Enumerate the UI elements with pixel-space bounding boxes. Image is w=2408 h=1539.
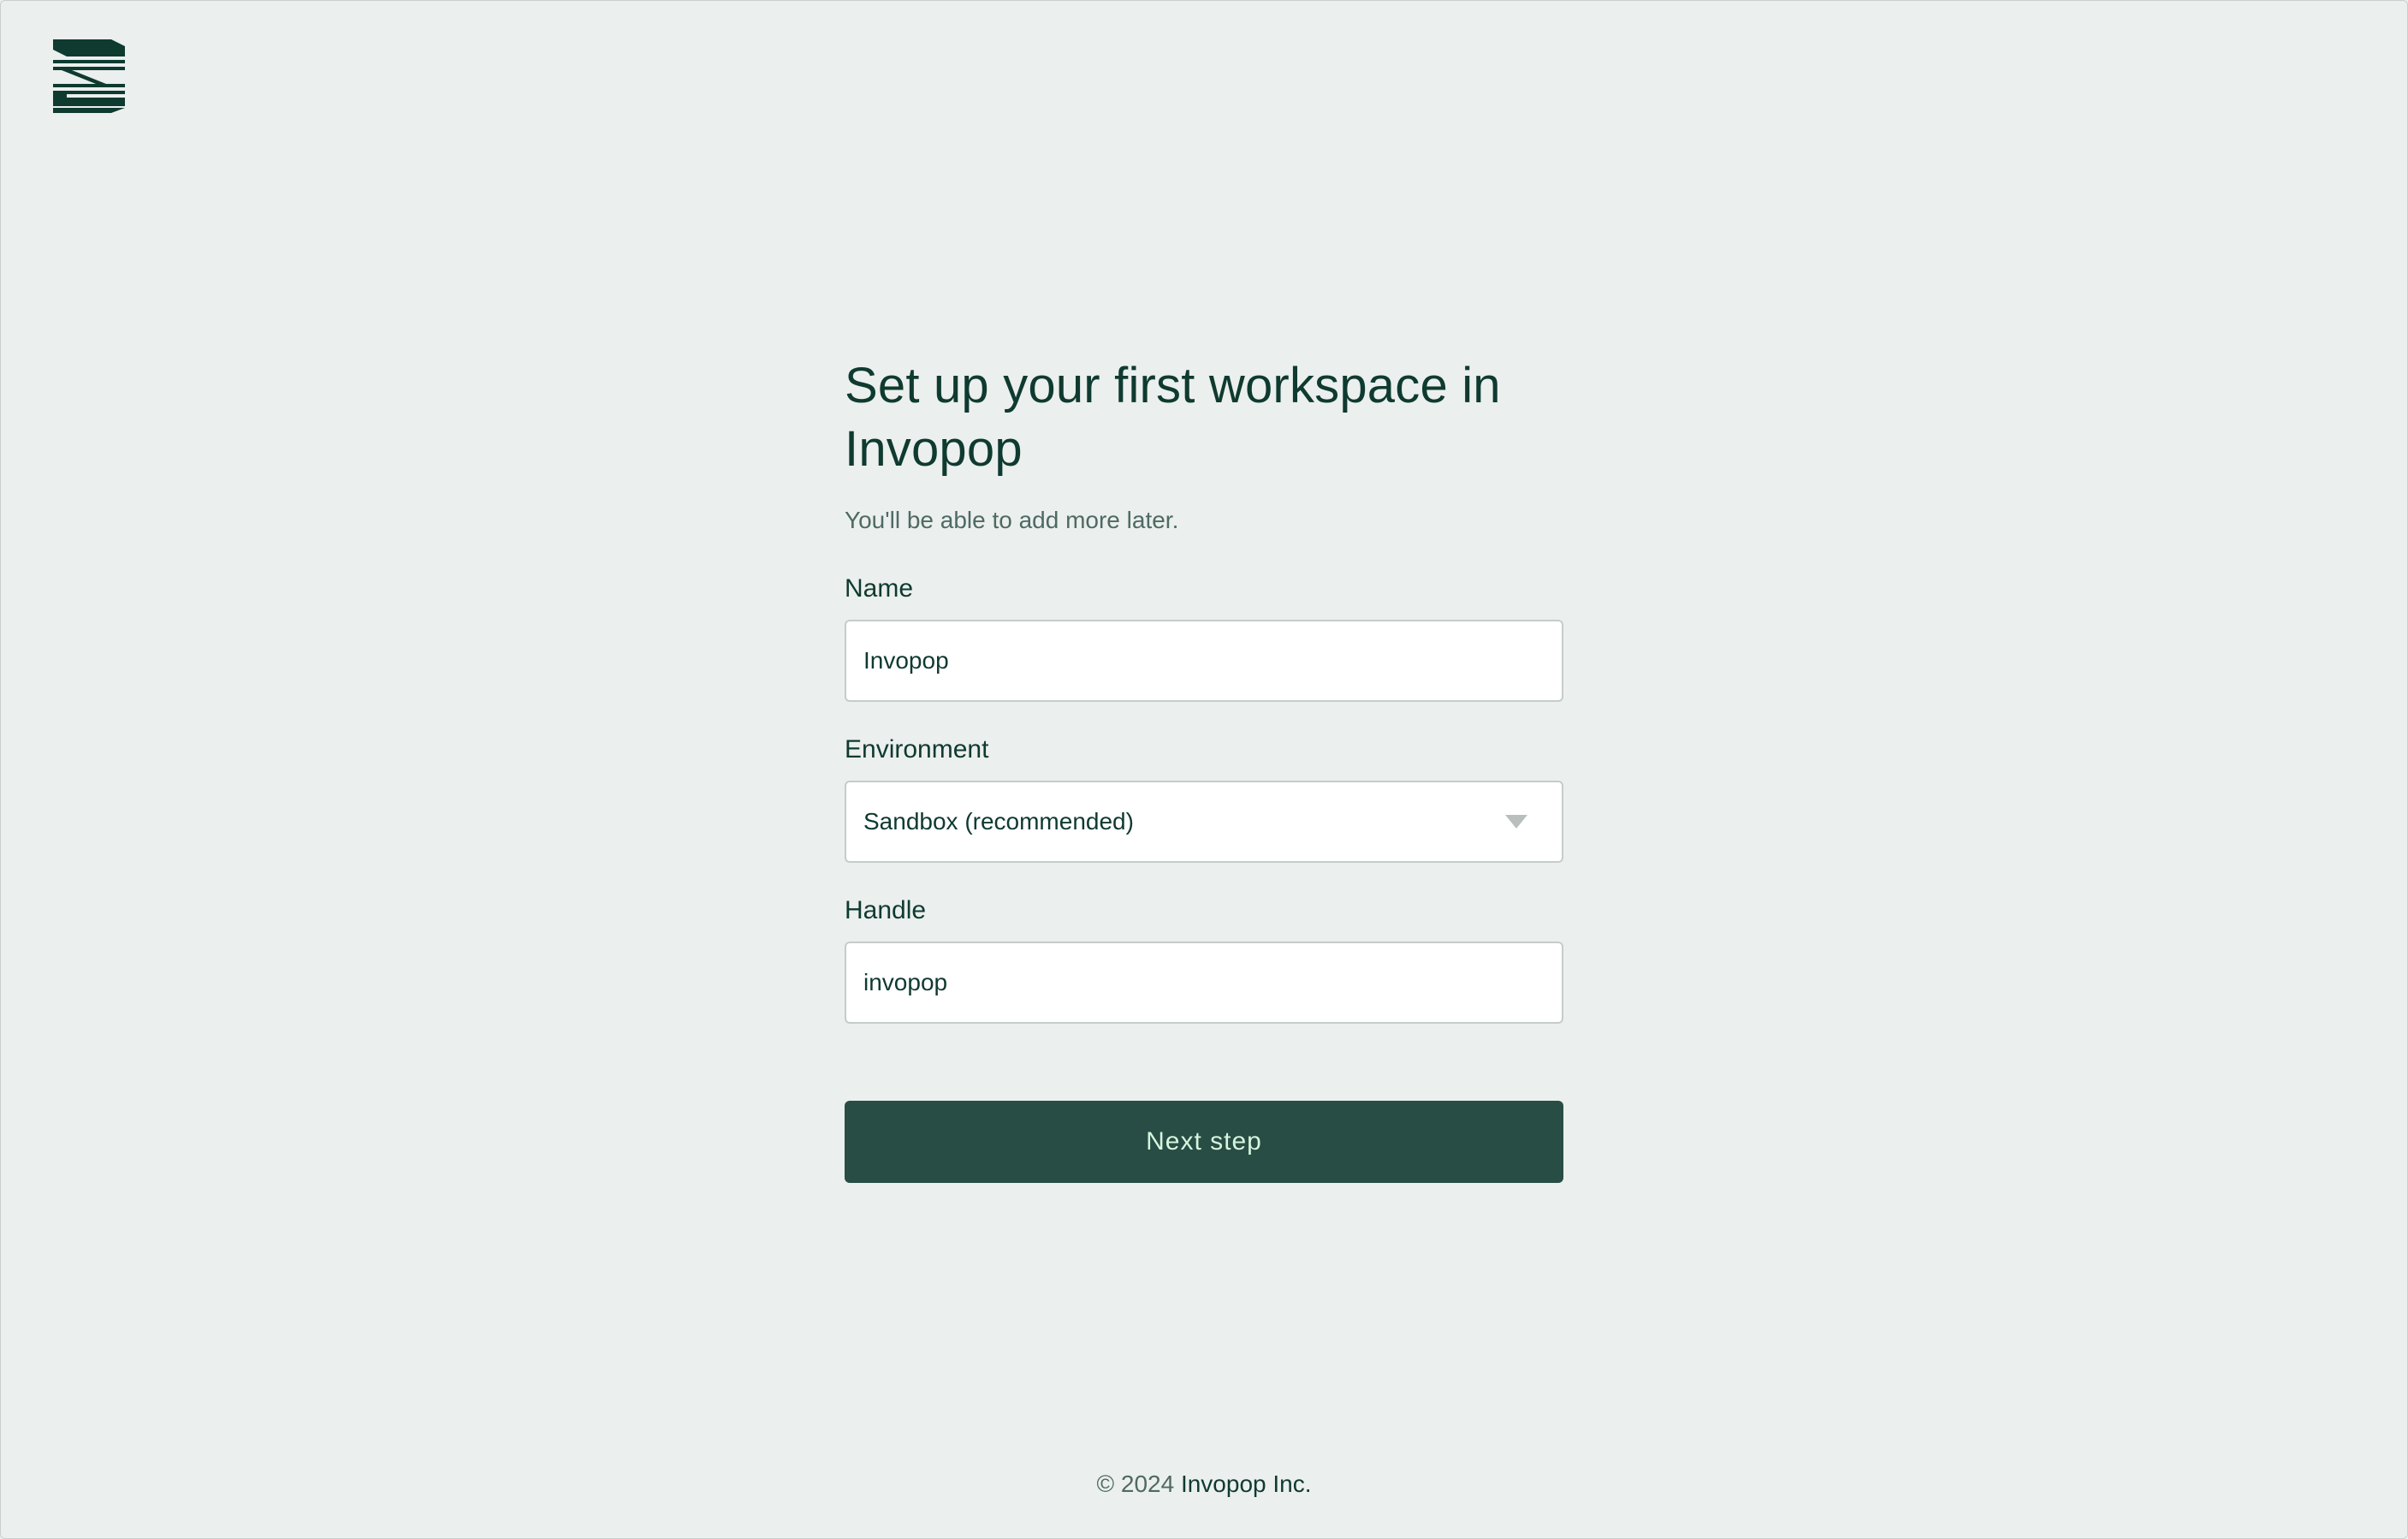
handle-input-value: invopop [863,969,948,995]
name-input[interactable]: Invopop [845,620,1563,702]
workspace-setup-form: Set up your first workspace in Invopop Y… [845,354,1563,1183]
copyright-year: © 2024 [1096,1471,1175,1497]
handle-field-group: Handle invopop [845,895,1563,1024]
handle-input[interactable]: invopop [845,942,1563,1024]
name-field-group: Name Invopop [845,573,1563,702]
name-input-value: Invopop [863,647,949,674]
page-title: Set up your first workspace in Invopop [845,358,1501,477]
environment-label: Environment [845,735,989,764]
environment-field-group: Environment Sandbox (recommended) [845,734,1563,863]
page-subtitle: You'll be able to add more later. [845,507,1179,533]
chevron-down-icon [1505,815,1527,829]
environment-select[interactable]: Sandbox (recommended) [845,781,1563,863]
name-label: Name [845,574,914,603]
invopop-logo-icon[interactable] [53,39,125,113]
company-name: Invopop Inc. [1180,1471,1312,1497]
handle-label: Handle [845,896,927,924]
environment-select-value: Sandbox (recommended) [863,808,1134,835]
next-step-button[interactable]: Next step [845,1101,1563,1183]
next-step-button-label: Next step [1146,1127,1262,1156]
footer: © 2024 Invopop Inc. [0,1469,2408,1500]
